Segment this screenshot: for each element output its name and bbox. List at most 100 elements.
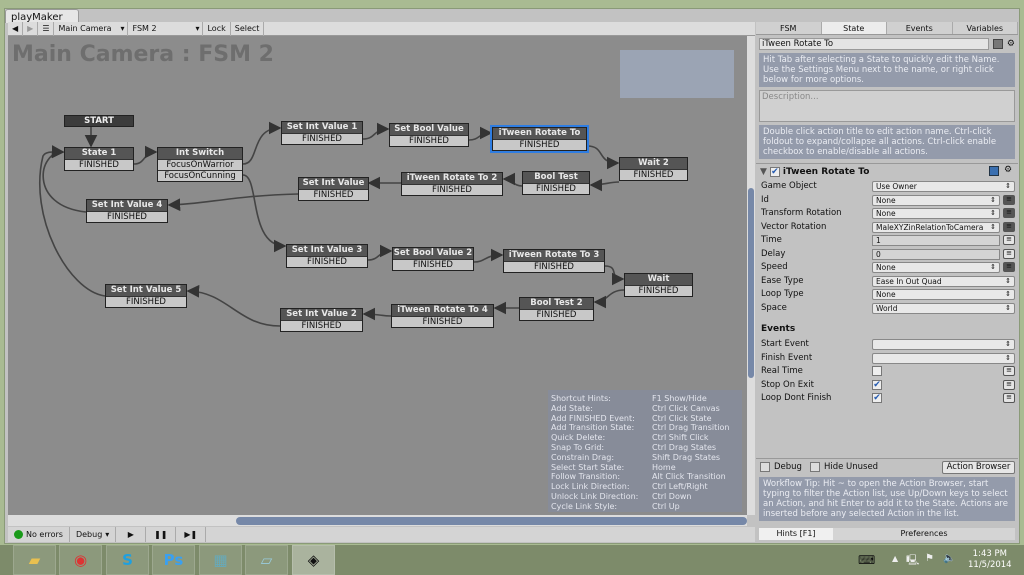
- debug-checkbox[interactable]: [760, 462, 770, 472]
- state-event[interactable]: FINISHED: [523, 183, 589, 194]
- state-title[interactable]: Bool Test: [523, 172, 589, 183]
- state-node[interactable]: Set Int Value 1 FINISHED: [281, 121, 363, 145]
- play-button[interactable]: ▶: [116, 527, 147, 542]
- state-title[interactable]: iTween Rotate To: [493, 128, 586, 139]
- select-button[interactable]: Select: [231, 22, 265, 36]
- action-center-flag-icon[interactable]: ⚑: [925, 553, 934, 564]
- variable-toggle-button[interactable]: ≡: [1003, 235, 1015, 245]
- show-hidden-icons[interactable]: ▲: [892, 554, 898, 563]
- prop-checkbox[interactable]: [872, 366, 882, 376]
- state-node[interactable]: Set Bool Value FINISHED: [389, 123, 469, 147]
- error-status[interactable]: No errors: [8, 527, 70, 542]
- state-title[interactable]: Set Bool Value 2: [393, 248, 473, 259]
- state-title[interactable]: Int Switch: [158, 148, 242, 159]
- state-event[interactable]: FocusOnWarrior: [158, 159, 242, 170]
- variable-toggle-button[interactable]: ≡: [1003, 194, 1015, 205]
- state-node[interactable]: iTween Rotate To 4 FINISHED: [391, 304, 494, 328]
- variable-toggle-button[interactable]: ≡: [1003, 208, 1015, 218]
- forward-button[interactable]: ▶: [23, 22, 39, 36]
- description-input[interactable]: Description...: [759, 90, 1015, 122]
- notepad-icon[interactable]: ▱: [245, 545, 288, 575]
- state-node[interactable]: Wait 2 FINISHED: [619, 157, 688, 181]
- state-event[interactable]: FINISHED: [281, 320, 362, 331]
- state-event[interactable]: FocusOnCunning: [158, 170, 242, 181]
- window-tab[interactable]: playMaker: [5, 9, 79, 23]
- state-name-input[interactable]: iTween Rotate To: [759, 38, 989, 50]
- action-settings-gear-icon[interactable]: ⚙: [1004, 165, 1012, 175]
- state-node[interactable]: iTween Rotate To FINISHED: [490, 125, 589, 153]
- state-title[interactable]: Wait: [625, 274, 692, 285]
- prop-field[interactable]: None ⇕: [872, 262, 1000, 273]
- state-title[interactable]: Wait 2: [620, 158, 687, 169]
- prop-checkbox[interactable]: ✔: [872, 379, 882, 390]
- state-node[interactable]: iTween Rotate To 2 FINISHED: [401, 172, 503, 196]
- state-event[interactable]: FINISHED: [87, 211, 167, 222]
- action-browser-button[interactable]: Action Browser: [942, 461, 1015, 474]
- lock-button[interactable]: Lock: [203, 22, 231, 36]
- help-book-icon[interactable]: [989, 166, 999, 176]
- vertical-scroll-thumb[interactable]: [748, 188, 754, 378]
- state-event[interactable]: FINISHED: [520, 309, 593, 320]
- prop-field[interactable]: 1: [872, 235, 1000, 246]
- state-title[interactable]: State 1: [65, 148, 133, 159]
- calculator-icon[interactable]: ▦: [199, 545, 242, 575]
- prop-field[interactable]: ⇕: [872, 339, 1015, 350]
- prop-field[interactable]: None ⇕: [872, 208, 1000, 219]
- variable-toggle-button[interactable]: ≡: [1003, 262, 1015, 272]
- object-dropdown[interactable]: Main Camera ▾: [54, 22, 129, 36]
- action-title[interactable]: iTween Rotate To: [783, 167, 869, 177]
- state-event[interactable]: FINISHED: [393, 259, 473, 270]
- state-title[interactable]: Set Int Value 5: [106, 285, 186, 296]
- tab-fsm[interactable]: FSM: [756, 22, 822, 34]
- debug-dropdown[interactable]: Debug ▾: [70, 527, 117, 542]
- preferences-tab[interactable]: Preferences: [833, 528, 1015, 540]
- settings-gear-icon[interactable]: ⚙: [1007, 39, 1015, 49]
- state-event[interactable]: FINISHED: [299, 189, 368, 200]
- back-button[interactable]: ◀: [8, 22, 24, 36]
- variable-toggle-button[interactable]: ≡: [1003, 379, 1015, 390]
- state-event[interactable]: FINISHED: [392, 316, 493, 327]
- variable-toggle-button[interactable]: ≡: [1003, 248, 1015, 259]
- chrome-icon[interactable]: ◉: [59, 545, 102, 575]
- state-node[interactable]: Wait FINISHED: [624, 273, 693, 297]
- state-node[interactable]: Set Int Value 4 FINISHED: [86, 199, 168, 223]
- state-title[interactable]: iTween Rotate To 4: [392, 305, 493, 316]
- action-enable-checkbox[interactable]: ✔: [769, 167, 780, 177]
- prop-checkbox[interactable]: ✔: [872, 393, 882, 403]
- state-node[interactable]: Set Int Value FINISHED: [298, 177, 369, 201]
- fsm-graph-canvas[interactable]: Main Camera : FSM 2 START State 1 FINISH…: [8, 36, 747, 515]
- prop-field[interactable]: World ⇕: [872, 302, 1015, 314]
- prop-field[interactable]: MaleXYZinRelationToCamera ⇕: [872, 221, 1000, 233]
- state-node[interactable]: Set Int Value 3 FINISHED: [286, 244, 368, 268]
- state-color-swatch[interactable]: [992, 39, 1003, 49]
- horizontal-scroll-thumb[interactable]: [236, 517, 747, 525]
- state-title[interactable]: iTween Rotate To 3: [504, 250, 604, 261]
- state-title[interactable]: Set Int Value: [299, 178, 368, 189]
- state-event[interactable]: FINISHED: [106, 296, 186, 307]
- state-node[interactable]: Bool Test 2 FINISHED: [519, 297, 594, 321]
- photoshop-icon[interactable]: Ps: [152, 545, 195, 575]
- prop-field[interactable]: None ⇕: [872, 194, 1000, 206]
- prop-field[interactable]: 0: [872, 248, 1000, 260]
- state-node[interactable]: Set Int Value 2 FINISHED: [280, 308, 363, 332]
- unity-icon[interactable]: ◈: [292, 545, 335, 575]
- state-node[interactable]: Int Switch FocusOnWarrior FocusOnCunning: [157, 147, 243, 182]
- step-button[interactable]: ▶❚: [176, 527, 207, 542]
- keyboard-icon[interactable]: ⌨: [858, 553, 875, 567]
- volume-icon[interactable]: 🔈: [943, 553, 955, 564]
- tab-events[interactable]: Events: [887, 22, 953, 34]
- state-title[interactable]: iTween Rotate To 2: [402, 173, 502, 184]
- file-explorer-icon[interactable]: ▰: [13, 545, 56, 575]
- state-node[interactable]: Set Int Value 5 FINISHED: [105, 284, 187, 308]
- state-title[interactable]: Set Bool Value: [390, 124, 468, 135]
- prop-field[interactable]: Use Owner ⇕: [872, 181, 1015, 192]
- prop-field[interactable]: ⇕: [872, 352, 1015, 364]
- state-event[interactable]: FINISHED: [390, 135, 468, 146]
- prop-field[interactable]: Ease In Out Quad ⇕: [872, 275, 1015, 287]
- state-node[interactable]: State 1 FINISHED: [64, 147, 134, 171]
- state-event[interactable]: FINISHED: [282, 133, 362, 144]
- foldout-icon[interactable]: ▼: [760, 167, 767, 177]
- state-event[interactable]: FINISHED: [625, 285, 692, 296]
- variable-toggle-button[interactable]: ≡: [1003, 393, 1015, 403]
- state-title[interactable]: Set Int Value 1: [282, 122, 362, 133]
